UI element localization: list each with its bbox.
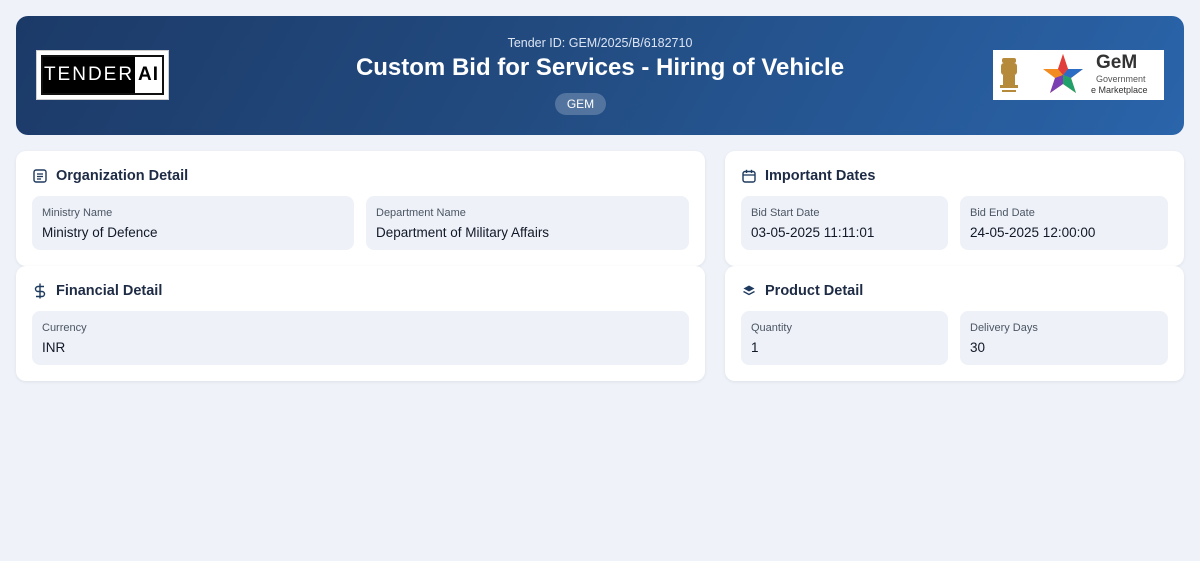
field-value: 03-05-2025 11:11:01: [751, 225, 875, 240]
calendar-icon: [741, 169, 756, 184]
department-field: Department Name Department of Military A…: [366, 196, 689, 250]
bid-start-field: Bid Start Date 03-05-2025 11:11:01: [741, 196, 948, 250]
header-banner: TENDER AI Tender ID: GEM/2025/B/6182710 …: [16, 16, 1184, 135]
card-title: Product Detail: [765, 283, 864, 299]
field-value: INR: [42, 340, 66, 355]
organization-card: Organization Detail Ministry Name Minist…: [16, 151, 705, 266]
field-value: 1: [751, 340, 759, 355]
delivery-days-field: Delivery Days 30: [960, 311, 1168, 365]
field-value: Department of Military Affairs: [376, 225, 550, 240]
gem-logo: GeM Government e Marketplace: [993, 50, 1164, 100]
dates-card: Important Dates Bid Start Date 03-05-202…: [725, 151, 1184, 266]
currency-field: Currency INR: [32, 311, 689, 365]
card-title: Organization Detail: [56, 168, 189, 184]
field-label: Bid Start Date: [751, 207, 820, 219]
gem-word: GeM: [1096, 52, 1138, 73]
card-title: Financial Detail: [56, 283, 163, 299]
tender-id: Tender ID: GEM/2025/B/6182710: [507, 36, 693, 50]
field-label: Currency: [42, 322, 87, 334]
layers-icon: [741, 284, 756, 299]
gem-sub1: Government: [1096, 74, 1146, 84]
field-value: 24-05-2025 12:00:00: [970, 225, 1096, 240]
card-title: Important Dates: [765, 168, 876, 184]
bid-end-field: Bid End Date 24-05-2025 12:00:00: [960, 196, 1168, 250]
quantity-field: Quantity 1: [741, 311, 948, 365]
product-card: Product Detail Quantity 1 Delivery Days …: [725, 266, 1184, 381]
document-list-icon: [32, 169, 47, 184]
field-value: Ministry of Defence: [42, 225, 158, 240]
field-label: Bid End Date: [970, 207, 1035, 219]
financial-card: Financial Detail Currency INR: [16, 266, 705, 381]
gem-sub2: e Marketplace: [1091, 85, 1148, 95]
field-label: Quantity: [751, 322, 792, 334]
dollar-icon: [32, 283, 47, 299]
field-label: Delivery Days: [970, 322, 1038, 334]
field-value: 30: [970, 340, 986, 355]
field-label: Department Name: [376, 207, 466, 219]
ministry-field: Ministry Name Ministry of Defence: [32, 196, 354, 250]
source-badge: GEM: [555, 93, 606, 115]
field-label: Ministry Name: [42, 207, 113, 219]
